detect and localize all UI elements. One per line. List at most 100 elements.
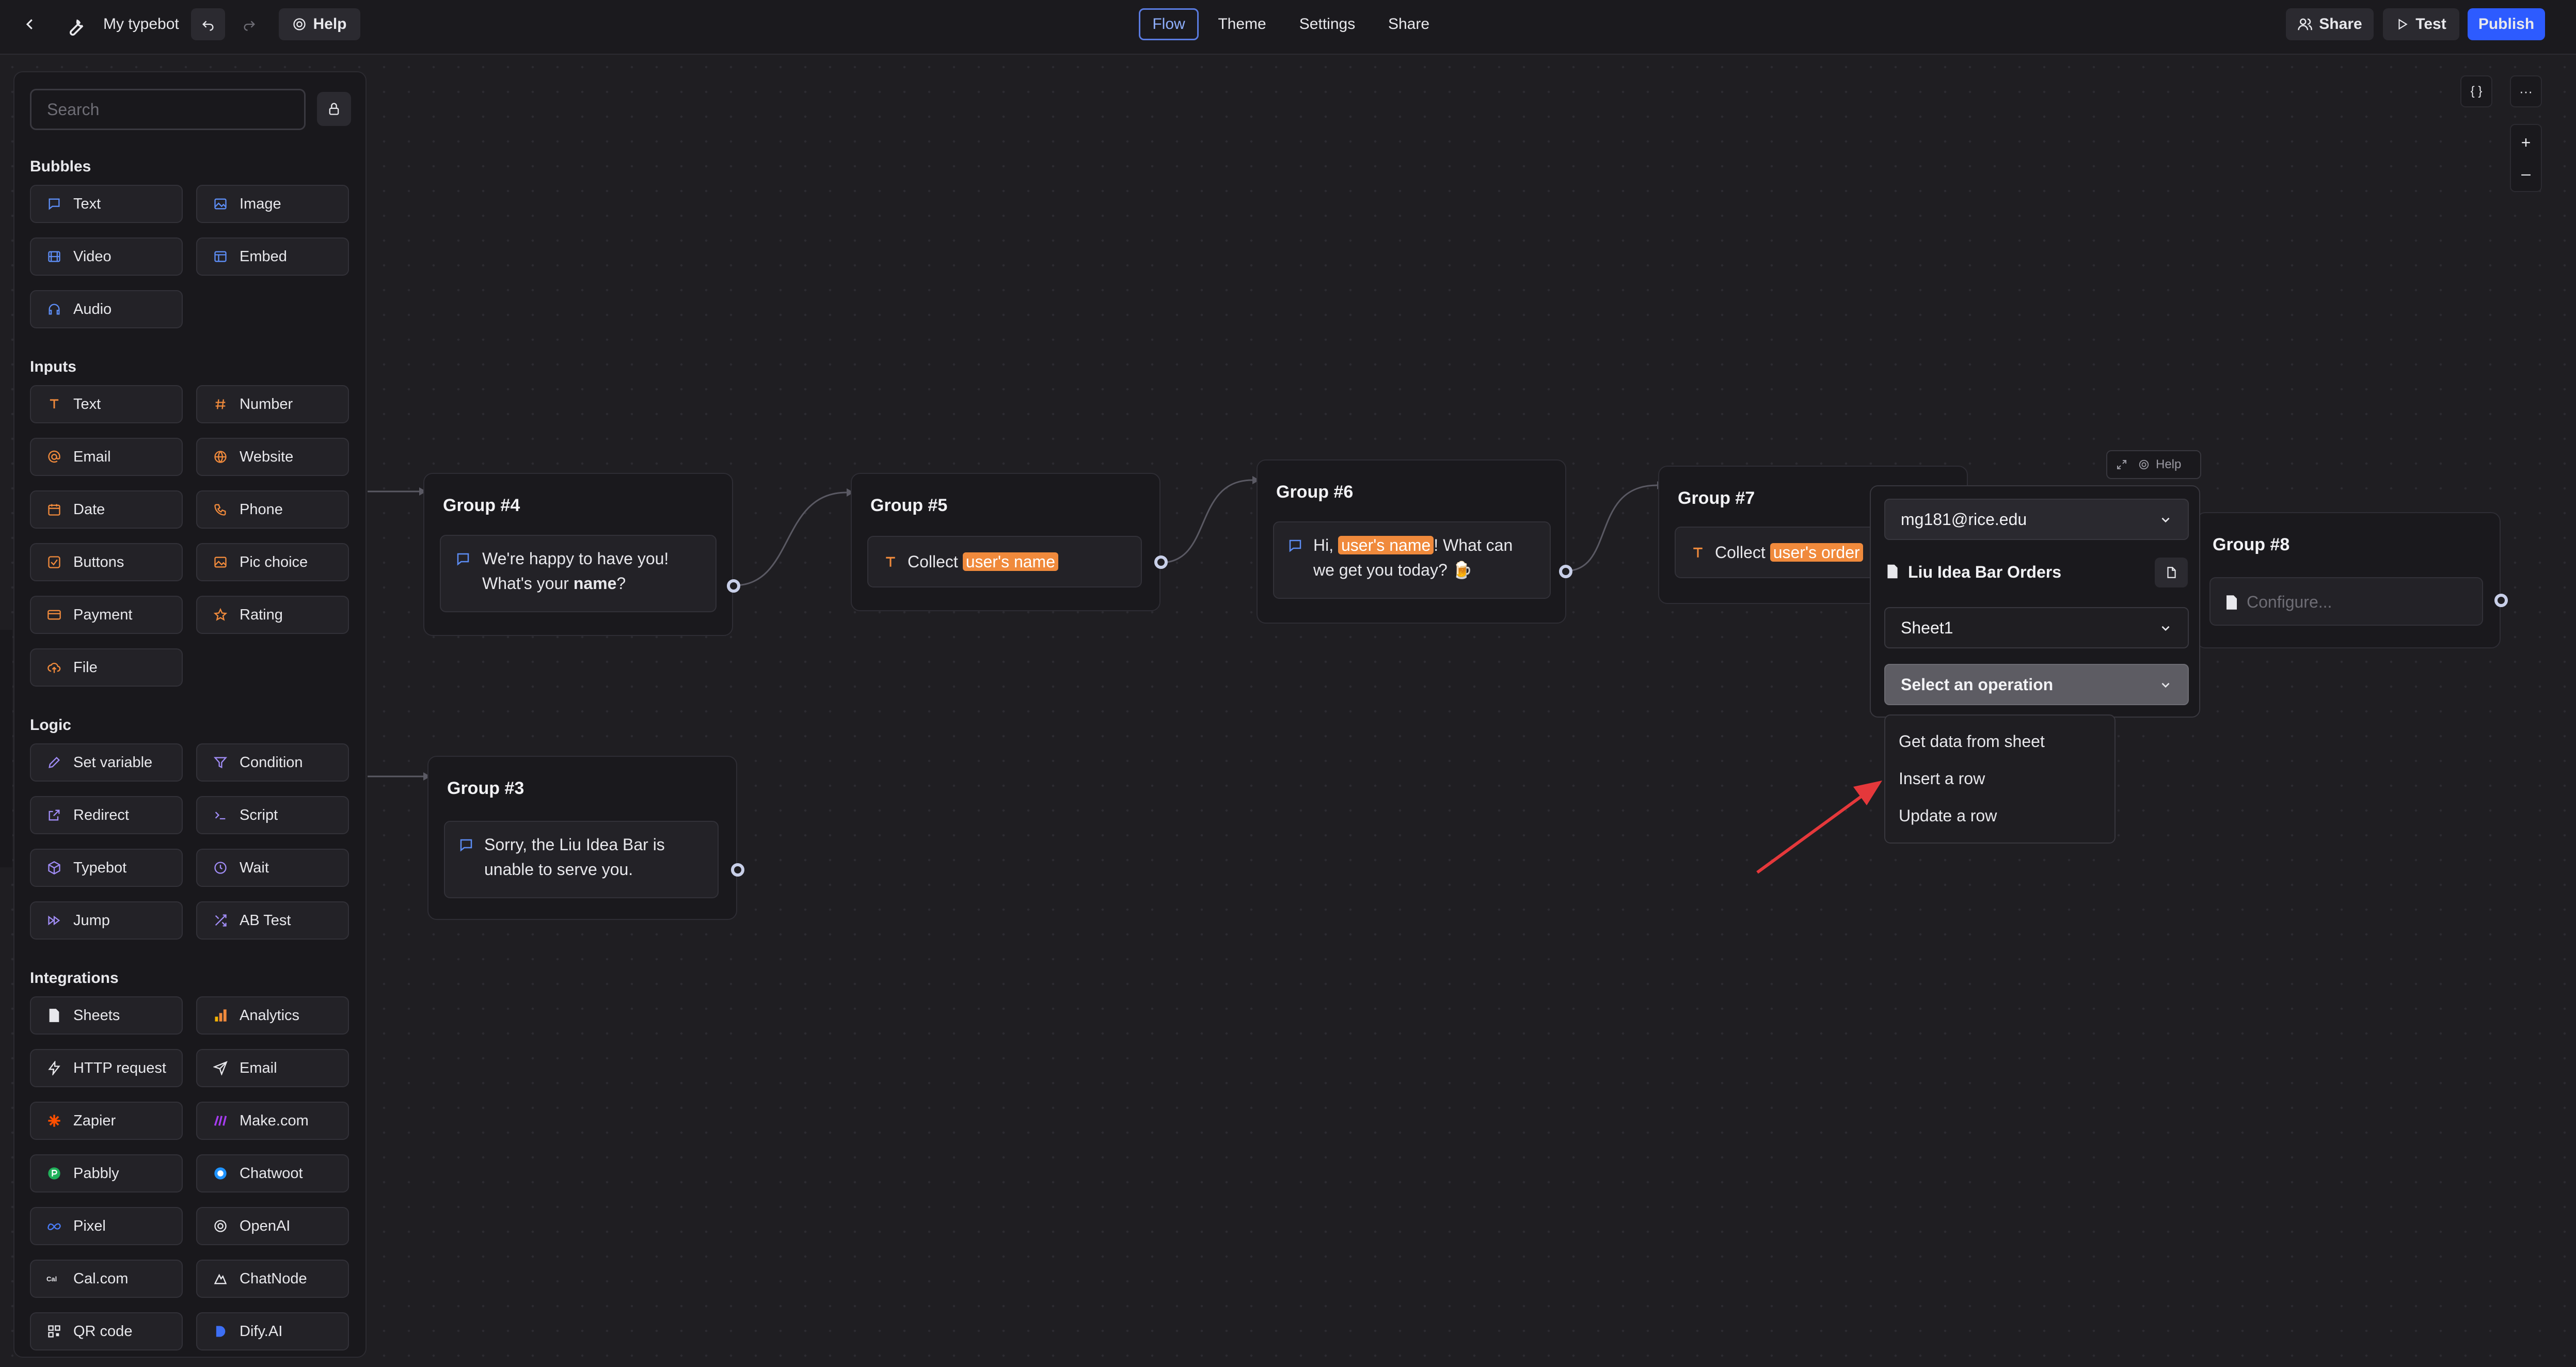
lock-sidebar-button[interactable] — [317, 92, 351, 126]
chat-bubble-icon — [457, 553, 469, 566]
text-bubble-block[interactable]: We're happy to have you! What's your nam… — [440, 535, 717, 612]
block-zapier[interactable]: Zapier — [30, 1102, 183, 1140]
block-typebot[interactable]: Typebot — [30, 849, 183, 887]
block-redirect[interactable]: Redirect — [30, 796, 183, 834]
text-input-block[interactable]: Collect user's name — [867, 536, 1142, 587]
section-bubbles: Bubbles — [30, 158, 91, 175]
help-button[interactable]: Help — [279, 8, 360, 40]
block-label: Redirect — [73, 806, 129, 823]
globe-icon — [213, 449, 228, 465]
block-cal-com[interactable]: Cal Cal.com — [30, 1260, 183, 1298]
group-5[interactable]: Group #5 Collect user's name — [851, 473, 1160, 611]
block-label: Wait — [240, 859, 269, 876]
block-video[interactable]: Video — [30, 237, 183, 276]
zoom-in-button[interactable]: + — [2521, 127, 2531, 158]
group-5-endpoint[interactable] — [1154, 555, 1168, 569]
zoom-out-button[interactable]: – — [2521, 158, 2531, 189]
menu-item-insert-row[interactable]: Insert a row — [1899, 769, 1985, 788]
external-link-icon — [46, 807, 62, 823]
open-spreadsheet-button[interactable] — [2155, 558, 2188, 587]
block-pixel[interactable]: Pixel — [30, 1207, 183, 1245]
block-audio[interactable]: Audio — [30, 290, 183, 328]
sheet-select[interactable]: Sheet1 — [1884, 607, 2189, 648]
block-qr-code[interactable]: QR code — [30, 1312, 183, 1350]
block-http-request[interactable]: HTTP request — [30, 1049, 183, 1087]
block-ab-test[interactable]: AB Test — [196, 901, 349, 940]
block-jump[interactable]: Jump — [30, 901, 183, 940]
test-button[interactable]: Test — [2383, 8, 2459, 40]
block-payment[interactable]: Payment — [30, 596, 183, 634]
block-phone[interactable]: Phone — [196, 490, 349, 529]
block-send-email[interactable]: Email — [196, 1049, 349, 1087]
chatnode-icon — [213, 1271, 228, 1286]
redo-button[interactable] — [232, 8, 266, 40]
group-3-endpoint[interactable] — [731, 863, 744, 877]
block-website[interactable]: Website — [196, 438, 349, 476]
block-set-variable[interactable]: Set variable — [30, 743, 183, 782]
block-chatnode[interactable]: ChatNode — [196, 1260, 349, 1298]
sheets-block[interactable]: Configure... — [2209, 577, 2483, 626]
text-bubble-block[interactable]: Hi, user's name! What can we get you tod… — [1273, 521, 1551, 599]
group-8-endpoint[interactable] — [2494, 594, 2508, 607]
block-pabbly[interactable]: Pabbly — [30, 1154, 183, 1193]
block-script[interactable]: Script — [196, 796, 349, 834]
search-input[interactable]: Search — [30, 89, 306, 130]
block-wait[interactable]: Wait — [196, 849, 349, 887]
undo-button[interactable] — [191, 8, 225, 40]
block-analytics[interactable]: Analytics — [196, 996, 349, 1035]
tab-flow[interactable]: Flow — [1139, 8, 1199, 40]
cal-icon: Cal — [46, 1271, 62, 1286]
block-text-bubble[interactable]: Text — [30, 185, 183, 223]
group-6[interactable]: Group #6 Hi, user's name! What can we ge… — [1257, 459, 1566, 624]
tab-share[interactable]: Share — [1381, 8, 1436, 40]
block-label: Make.com — [240, 1112, 309, 1129]
block-date[interactable]: Date — [30, 490, 183, 529]
menu-item-get-data[interactable]: Get data from sheet — [1899, 732, 2045, 751]
block-label: Text — [73, 195, 101, 212]
collect-label: Collect — [908, 552, 958, 571]
account-value: mg181@rice.edu — [1901, 510, 2027, 529]
chevron-down-icon — [2161, 682, 2170, 688]
block-make[interactable]: Make.com — [196, 1102, 349, 1140]
wrench-icon[interactable] — [63, 13, 88, 38]
account-select[interactable]: mg181@rice.edu — [1884, 499, 2189, 540]
block-rating[interactable]: Rating — [196, 596, 349, 634]
block-email-input[interactable]: Email — [30, 438, 183, 476]
svg-text:Cal: Cal — [46, 1275, 57, 1283]
block-buttons[interactable]: Buttons — [30, 543, 183, 581]
back-button[interactable] — [10, 7, 50, 41]
group-3[interactable]: Group #3 Sorry, the Liu Idea Bar is unab… — [427, 756, 737, 920]
block-dify-ai[interactable]: Dify.AI — [196, 1312, 349, 1350]
more-button[interactable]: ··· — [2510, 75, 2542, 107]
phone-icon — [213, 502, 228, 517]
tab-settings[interactable]: Settings — [1289, 8, 1366, 40]
block-embed[interactable]: Embed — [196, 237, 349, 276]
block-image[interactable]: Image — [196, 185, 349, 223]
tab-theme[interactable]: Theme — [1211, 8, 1273, 40]
block-pic-choice[interactable]: Pic choice — [196, 543, 349, 581]
group-8[interactable]: Group #8 Configure... — [2196, 512, 2501, 648]
operation-select[interactable]: Select an operation — [1884, 664, 2189, 705]
block-openai[interactable]: OpenAI — [196, 1207, 349, 1245]
panel-help-link[interactable]: Help — [2156, 457, 2181, 472]
menu-item-update-row[interactable]: Update a row — [1899, 806, 1997, 825]
group-4[interactable]: Group #4 We're happy to have you! What's… — [423, 473, 733, 636]
expand-icon[interactable] — [2116, 458, 2128, 471]
chevron-left-icon — [26, 19, 33, 29]
share-button[interactable]: Share — [2286, 8, 2374, 40]
publish-button[interactable]: Publish — [2468, 8, 2545, 40]
text-bubble-block[interactable]: Sorry, the Liu Idea Bar is unable to ser… — [444, 821, 719, 898]
block-text-input[interactable]: Text — [30, 385, 183, 423]
group-6-endpoint[interactable] — [1559, 565, 1572, 578]
block-sheets[interactable]: Sheets — [30, 996, 183, 1035]
typebot-name[interactable]: My typebot — [103, 15, 179, 33]
section-integrations: Integrations — [30, 969, 119, 987]
block-condition[interactable]: Condition — [196, 743, 349, 782]
text-input-block[interactable]: Collect user's order — [1675, 527, 1891, 578]
block-chatwoot[interactable]: Chatwoot — [196, 1154, 349, 1193]
block-file[interactable]: File — [30, 648, 183, 687]
block-label: Sheets — [73, 1007, 120, 1024]
group-4-endpoint[interactable] — [727, 579, 740, 593]
variables-button[interactable]: { } — [2460, 75, 2492, 107]
block-number[interactable]: Number — [196, 385, 349, 423]
